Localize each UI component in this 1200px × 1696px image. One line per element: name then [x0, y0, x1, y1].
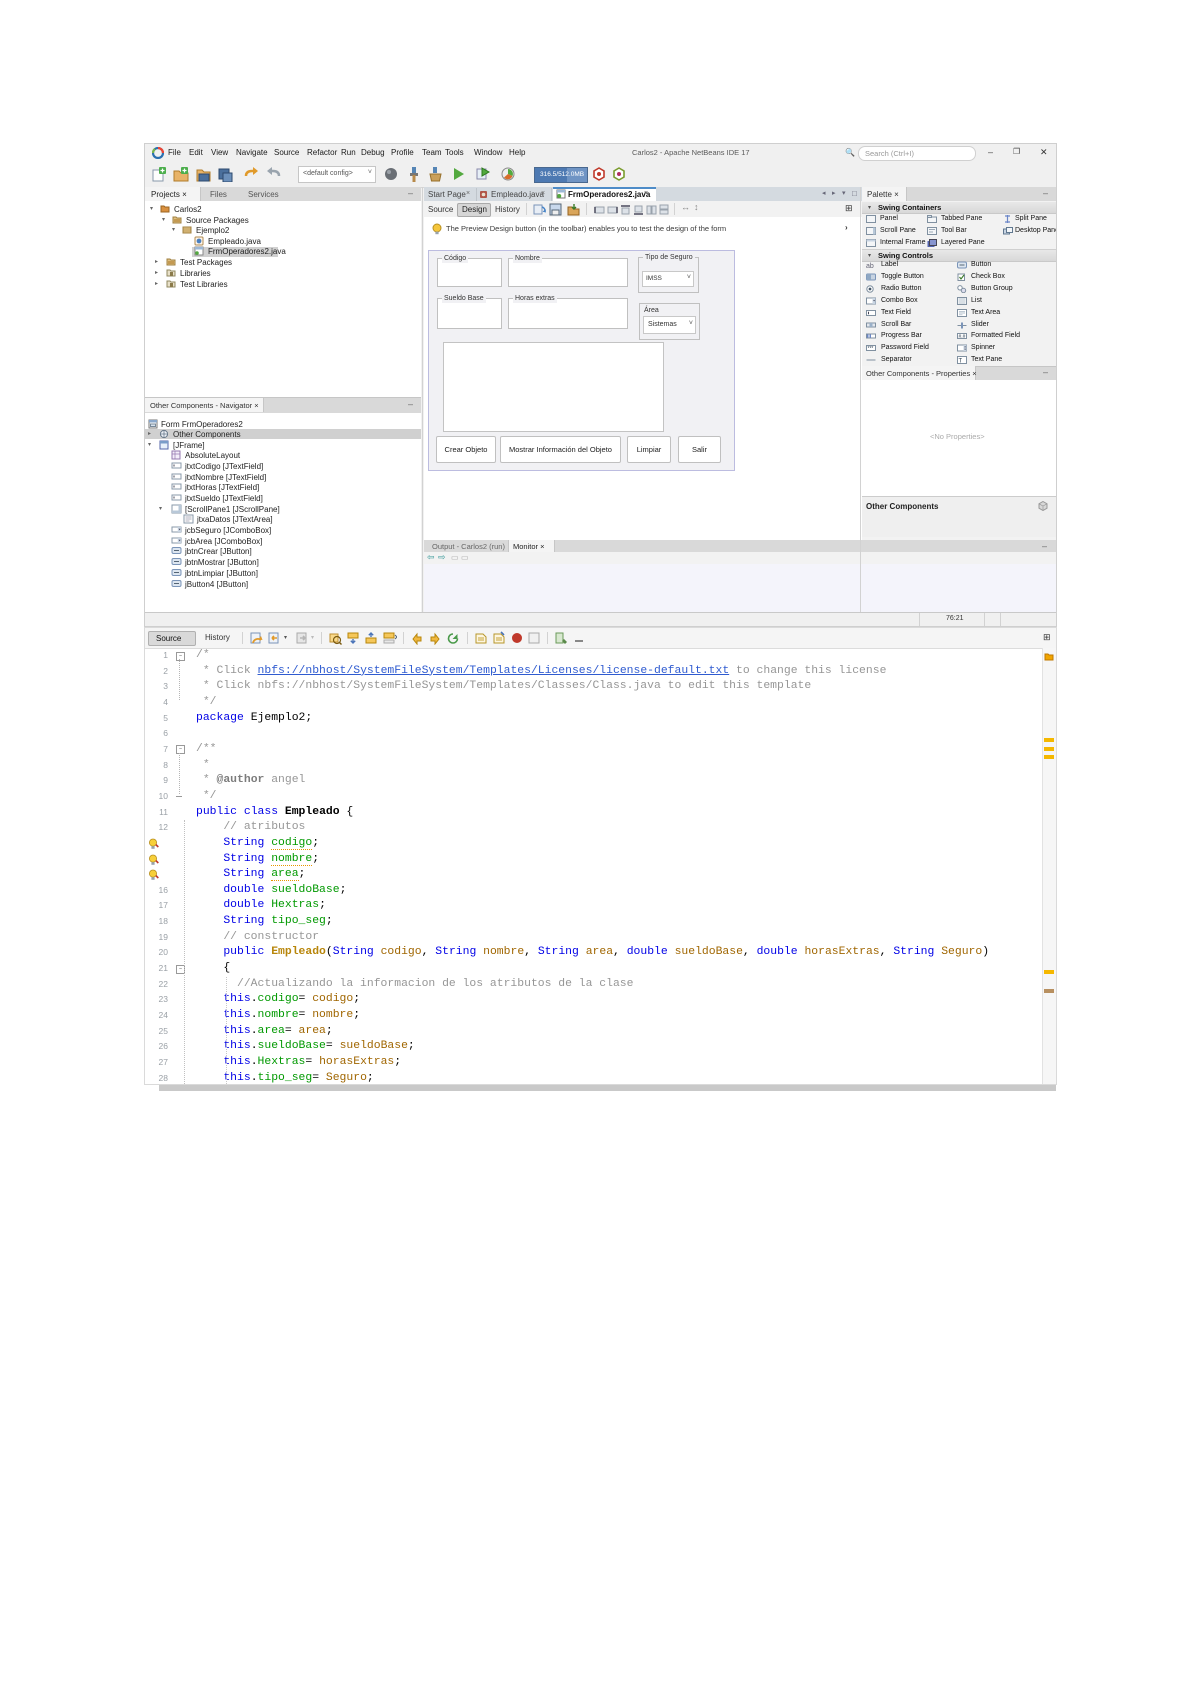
svg-text:#.#: #.# — [959, 334, 966, 340]
svg-text:***: *** — [868, 346, 874, 352]
svg-text:ab: ab — [866, 263, 874, 269]
